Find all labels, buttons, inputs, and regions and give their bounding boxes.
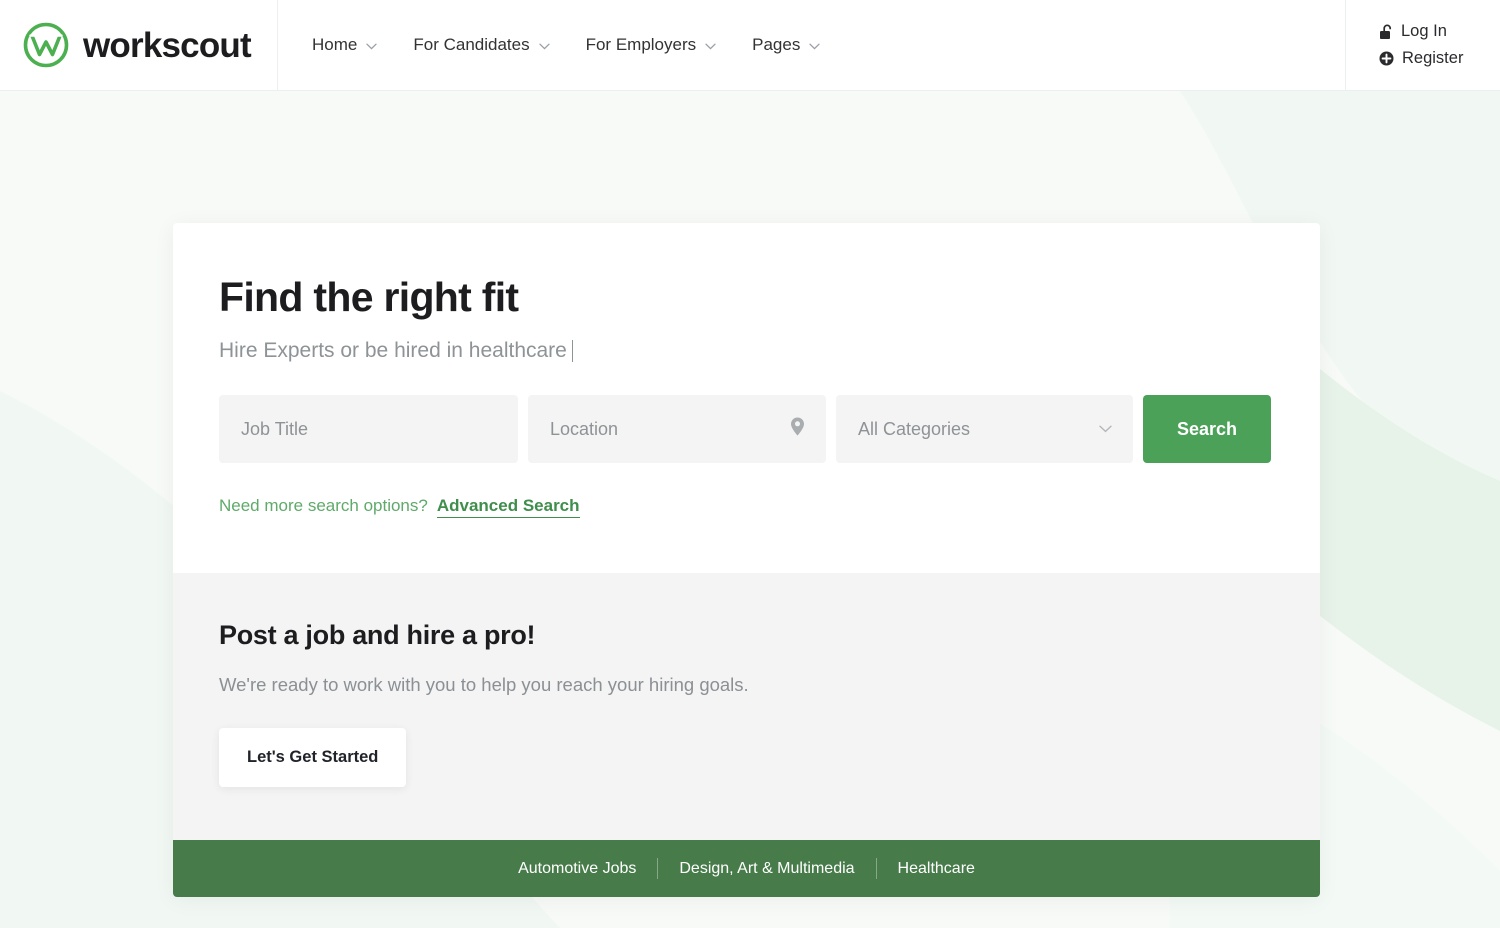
promo-section: Post a job and hire a pro! We're ready t…	[173, 573, 1320, 841]
logo-zone: workscout	[0, 0, 278, 90]
nav-item-label: Pages	[752, 35, 801, 54]
chevron-down-icon	[366, 35, 378, 55]
category-link-healthcare[interactable]: Healthcare	[877, 860, 996, 878]
workscout-w-circle-logo-icon	[18, 17, 74, 73]
advanced-search-question: Need more search options?	[219, 496, 428, 516]
plus-circle-icon	[1379, 51, 1394, 66]
nav-item-pages[interactable]: Pages	[752, 35, 820, 55]
hero-search-section: Find the right fit Hire Experts or be hi…	[173, 223, 1320, 574]
map-pin-icon[interactable]	[790, 417, 805, 442]
page-title: Find the right fit	[219, 274, 519, 320]
main-navigation: Home For Candidates For Employers Pages	[278, 0, 1345, 90]
job-title-input[interactable]: Job Title	[219, 395, 518, 464]
login-link[interactable]: Log In	[1379, 22, 1500, 41]
search-form: Job Title Location All Categories Search	[219, 395, 1274, 464]
category-link-automotive-jobs[interactable]: Automotive Jobs	[497, 860, 657, 878]
logo-text: workscout	[83, 25, 252, 65]
nav-item-for-employers[interactable]: For Employers	[586, 35, 717, 55]
nav-item-label: Home	[312, 35, 358, 54]
promo-title: Post a job and hire a pro!	[219, 620, 536, 651]
logo-link[interactable]: workscout	[18, 17, 252, 73]
register-link[interactable]: Register	[1379, 49, 1500, 68]
user-account-zone: Log In Register	[1345, 0, 1500, 90]
nav-item-for-candidates[interactable]: For Candidates	[413, 35, 550, 55]
unlock-icon	[1379, 24, 1393, 40]
category-selected-value: All Categories	[858, 418, 971, 439]
category-link-design-art-multimedia[interactable]: Design, Art & Multimedia	[658, 860, 875, 878]
location-placeholder: Location	[550, 418, 619, 439]
nav-item-home[interactable]: Home	[312, 35, 378, 55]
advanced-search-link[interactable]: Advanced Search	[436, 496, 580, 519]
advanced-search-row: Need more search options? Advanced Searc…	[219, 496, 1274, 519]
chevron-down-icon	[538, 35, 550, 55]
chevron-down-icon	[809, 35, 820, 55]
chevron-down-icon	[705, 35, 716, 55]
site-header: workscout Home For Candidates For Employ…	[0, 0, 1500, 91]
search-button[interactable]: Search	[1143, 395, 1271, 464]
promo-text: We're ready to work with you to help you…	[219, 674, 749, 696]
chevron-down-icon[interactable]	[1099, 420, 1112, 438]
popular-categories-bar: Automotive Jobs Design, Art & Multimedia…	[173, 840, 1320, 898]
category-select[interactable]: All Categories	[836, 395, 1133, 464]
hero-search-card: Find the right fit Hire Experts or be hi…	[173, 223, 1320, 898]
hero-subtitle-row: Hire Experts or be hired in healthcare	[219, 337, 1274, 364]
register-label: Register	[1402, 49, 1464, 67]
nav-item-label: For Candidates	[413, 35, 530, 54]
hero-subtitle: Hire Experts or be hired in healthcare	[219, 339, 567, 363]
typing-caret-icon	[571, 339, 573, 362]
login-label: Log In	[1401, 22, 1447, 40]
job-title-placeholder: Job Title	[241, 418, 309, 439]
get-started-button[interactable]: Let's Get Started	[219, 728, 407, 788]
location-input[interactable]: Location	[528, 395, 826, 464]
nav-item-label: For Employers	[585, 35, 697, 54]
